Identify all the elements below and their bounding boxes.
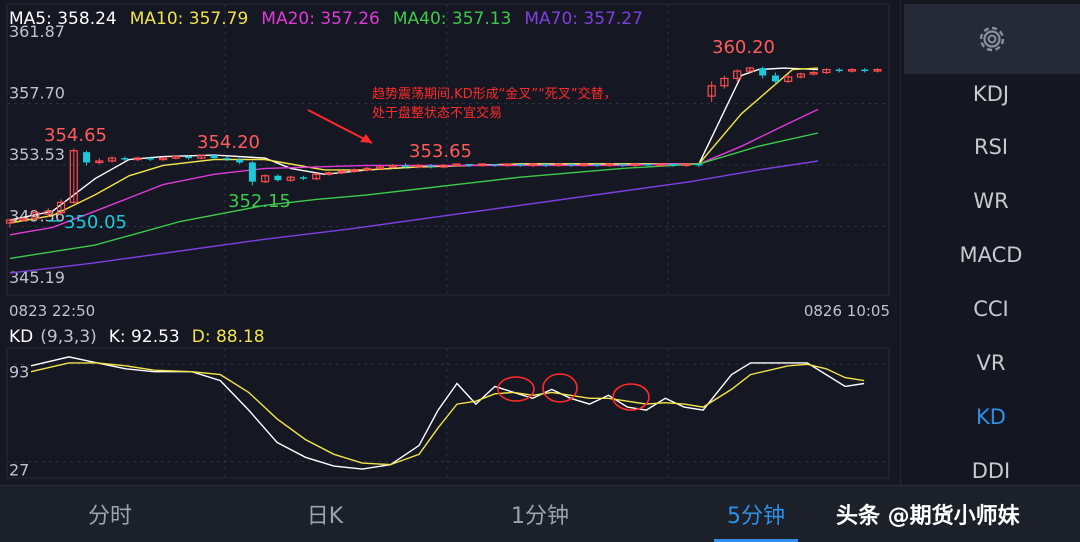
candle-body [516,163,524,166]
price-extreme-label: 354.65 [44,125,107,146]
candle-body [185,156,193,159]
watermark: 头条 @期货小师妹 [836,504,1020,529]
ma-line-ma70 [9,160,819,274]
candle-body [210,155,218,159]
candle-body [146,158,154,160]
price-extreme-label: 353.65 [409,141,472,162]
y-tick-label: 345.19 [9,268,65,287]
kd-header-item: (9,3,3) [40,327,97,347]
sidebar-item-rsi[interactable]: RSI [901,127,1080,167]
sidebar-item-cci[interactable]: CCI [901,289,1080,329]
sidebar-item-vr[interactable]: VR [901,343,1080,383]
tab-daily-k[interactable]: 日K [255,486,395,542]
candle-body [593,163,601,166]
indicator-sidebar: KDJ RSI WR MACD CCI VR KD DDI [900,0,1080,485]
candle-body [861,69,869,72]
price-extreme-label: 350.05 [64,212,127,233]
gear-icon [979,26,1005,52]
tab-1min[interactable]: 1分钟 [470,486,610,542]
candle-body [401,165,409,167]
kd-tick-label: 27 [9,461,29,480]
ma-legend-item: MA20: 357.26 [261,9,380,29]
x-start-label: 0823 22:50 [9,302,95,320]
kd-header-item: D: 88.18 [192,327,265,347]
ma-legend-item: MA40: 357.13 [393,9,512,29]
price-extreme-label: 360.20 [712,37,775,58]
candle-body [299,177,307,179]
settings-button[interactable] [904,4,1080,74]
kd-line-d [30,362,865,466]
candle-body [491,163,499,166]
tab-5min[interactable]: 5分钟 [686,486,826,542]
candle-body [618,163,626,166]
candle-body [236,159,244,163]
annotation-line1: 趋势震荡期间,KD形成“金叉”“死叉”交替， [372,86,617,102]
tab-timeshare[interactable]: 分时 [40,486,180,542]
ma-line-ma20 [9,108,819,236]
sidebar-item-kdj[interactable]: KDJ [901,74,1080,114]
candle-body [121,158,129,160]
candle-body [542,163,550,166]
bottom-tab-bar: 分时 日K 1分钟 5分钟 头条 @期货小师妹 [0,485,1080,542]
candle-body [567,163,575,166]
price-extreme-label: 352.15 [228,191,291,212]
annotation-line2: 处于盘整状态不宜交易 [372,105,502,121]
sidebar-item-macd[interactable]: MACD [901,235,1080,275]
candle-body [669,163,677,166]
kd-header-item: K: 92.53 [109,327,180,347]
sidebar-item-ddi[interactable]: DDI [901,451,1080,485]
candle-body [223,158,231,160]
y-tick-label: 353.53 [9,145,65,164]
y-tick-label: 357.70 [9,84,65,103]
candle-body [771,75,779,82]
candle-body [248,162,256,182]
ma-legend-item: MA5: 358.24 [9,9,117,29]
candle-body [835,69,843,72]
y-tick-label: 349.36 [9,207,65,226]
crossover-circle [542,373,578,403]
candle-body [644,163,652,166]
kd-header-item: KD [9,327,33,347]
ma-legend-item: MA70: 357.27 [524,9,643,29]
candle-body [759,68,767,76]
annotation-arrow [307,109,373,144]
price-extreme-label: 354.20 [197,132,260,153]
candle-body [427,165,435,167]
sidebar-item-kd[interactable]: KD [901,397,1080,437]
candle-body [465,163,473,166]
candle-body [274,175,282,181]
candle-body [83,152,91,163]
sidebar-item-wr[interactable]: WR [901,181,1080,221]
ma-legend-item: MA10: 357.79 [130,9,249,29]
x-end-label: 0826 10:05 [804,302,890,320]
chart-svg: 361.87357.70353.53349.36345.19MA5: 358.2… [5,3,890,480]
candle-body [695,163,703,166]
kd-tick-label: 93 [9,362,29,381]
chart-area[interactable]: 361.87 357.70 353.53 349.36 345.19 MA5: 358.2… [0,0,900,485]
kd-line-k [30,356,865,470]
crossover-circle [612,383,650,411]
